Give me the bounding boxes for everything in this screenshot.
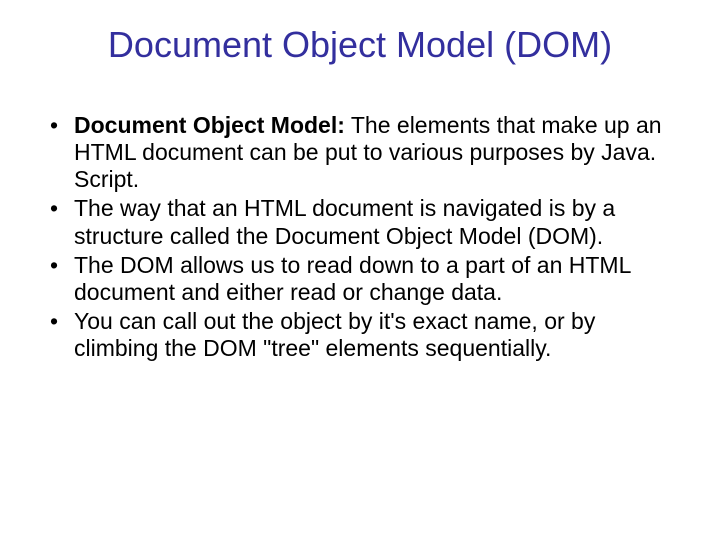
- bullet-lead: Document Object Model:: [74, 112, 345, 138]
- bullet-list: Document Object Model: The elements that…: [46, 112, 674, 362]
- bullet-text: The way that an HTML document is navigat…: [74, 195, 615, 248]
- bullet-text: The DOM allows us to read down to a part…: [74, 252, 631, 305]
- bullet-item: The DOM allows us to read down to a part…: [46, 252, 674, 306]
- bullet-item: The way that an HTML document is navigat…: [46, 195, 674, 249]
- bullet-item: You can call out the object by it's exac…: [46, 308, 674, 362]
- slide-title: Document Object Model (DOM): [46, 24, 674, 66]
- bullet-text: You can call out the object by it's exac…: [74, 308, 595, 361]
- bullet-item: Document Object Model: The elements that…: [46, 112, 674, 193]
